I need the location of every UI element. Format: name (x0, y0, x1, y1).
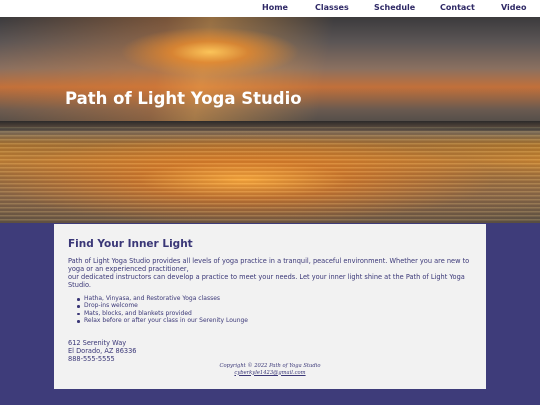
features-list: Hatha, Vinyasa, and Restorative Yoga cla… (76, 295, 249, 325)
list-item: Drop-ins welcome (76, 302, 248, 309)
nav-link-contact[interactable]: Contact (440, 3, 475, 12)
email-link[interactable]: cyberkyle1423@gmail.com (234, 370, 305, 376)
nav-link-video[interactable]: Video (501, 3, 526, 12)
intro-paragraph-1: Path of Light Yoga Studio provides all l… (68, 257, 470, 274)
studio-address: 612 Serenity Way El Dorado, AZ 86336 888… (68, 339, 136, 364)
section-heading: Find Your Inner Light (68, 238, 193, 250)
top-navigation: Home Classes Schedule Contact Video (0, 0, 540, 17)
page-footer: Copyright © 2022 Path of Yoga Studio cyb… (54, 363, 486, 376)
intro-text: Path of Light Yoga Studio provides all l… (68, 257, 478, 289)
site-title: Path of Light Yoga Studio (65, 89, 302, 108)
sun-glow (120, 27, 300, 77)
list-item: Mats, blocks, and blankets provided (76, 310, 248, 317)
copyright-text: Copyright © 2022 Path of Yoga Studio (219, 363, 321, 369)
intro-paragraph-2: our dedicated instructors can develop a … (68, 273, 465, 290)
nav-link-schedule[interactable]: Schedule (374, 3, 415, 12)
water-reflection (0, 127, 540, 223)
hero-banner: Path of Light Yoga Studio (0, 17, 540, 223)
list-item: Relax before or after your class in our … (76, 317, 249, 325)
nav-link-classes[interactable]: Classes (315, 3, 349, 12)
nav-link-home[interactable]: Home (262, 3, 288, 12)
list-item: Hatha, Vinyasa, and Restorative Yoga cla… (76, 295, 248, 302)
main-content: Find Your Inner Light Path of Light Yoga… (54, 224, 486, 389)
